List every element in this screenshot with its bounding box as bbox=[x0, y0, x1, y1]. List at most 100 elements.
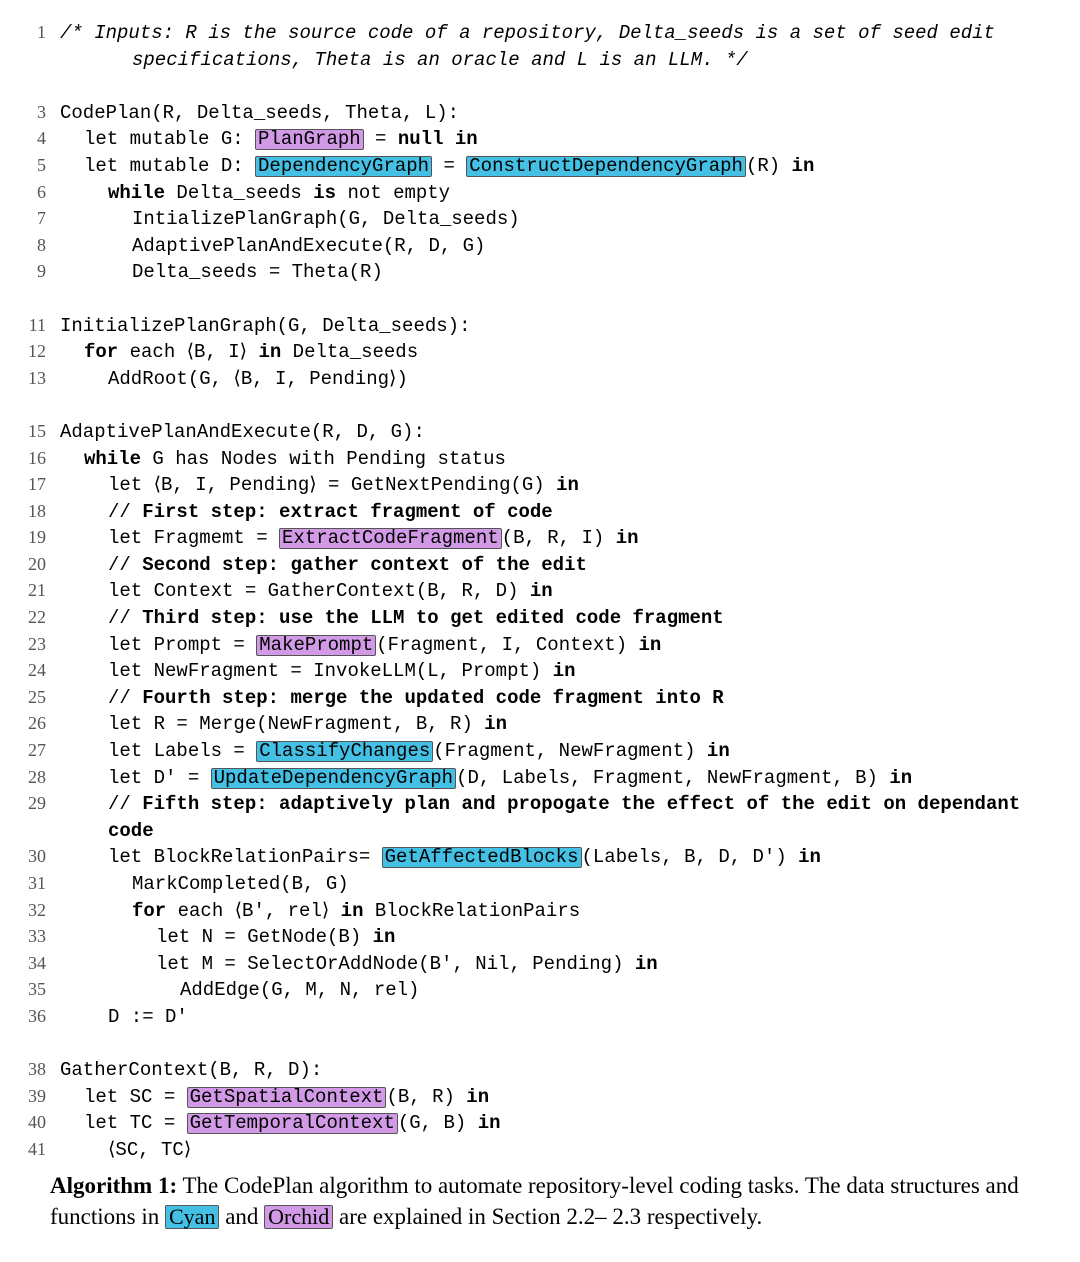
keyword: in bbox=[258, 341, 281, 363]
line-number: 29 bbox=[10, 791, 60, 844]
code-content: MarkCompleted(B, G) bbox=[60, 871, 1040, 898]
code-text: // bbox=[108, 501, 142, 523]
line-number: 16 bbox=[10, 446, 60, 473]
code-text: (B, R) bbox=[386, 1086, 466, 1108]
keyword: Third step: use the LLM to get edited co… bbox=[142, 607, 724, 629]
line-number: 20 bbox=[10, 552, 60, 579]
line-number: 11 bbox=[10, 313, 60, 340]
code-line: 40let TC = GetTemporalContext(G, B) in bbox=[10, 1110, 1040, 1137]
code-content: for each ⟨B', rel⟩ in BlockRelationPairs bbox=[60, 898, 1040, 925]
code-text: // bbox=[108, 687, 142, 709]
code-content: let R = Merge(NewFragment, B, R) in bbox=[60, 711, 1040, 738]
code-line: 24let NewFragment = InvokeLLM(L, Prompt)… bbox=[10, 658, 1040, 685]
orchid-highlight: GetSpatialContext bbox=[187, 1087, 387, 1108]
code-text: BlockRelationPairs bbox=[363, 900, 580, 922]
code-text: D := D' bbox=[108, 1006, 188, 1028]
code-content: AddRoot(G, ⟨B, I, Pending⟩) bbox=[60, 366, 1040, 393]
code-text: = bbox=[432, 155, 466, 177]
code-content: for each ⟨B, I⟩ in Delta_seeds bbox=[60, 339, 1040, 366]
orchid-highlight: GetTemporalContext bbox=[187, 1113, 398, 1134]
keyword: for bbox=[132, 900, 166, 922]
code-content: // Fifth step: adaptively plan and propo… bbox=[60, 791, 1040, 844]
code-text: let D' = bbox=[108, 767, 211, 789]
cyan-highlight: ClassifyChanges bbox=[256, 741, 433, 762]
keyword: in bbox=[466, 1086, 489, 1108]
code-text: let BlockRelationPairs= bbox=[108, 846, 382, 868]
keyword: in bbox=[484, 713, 507, 735]
code-content: let Labels = ClassifyChanges(Fragment, N… bbox=[60, 738, 1040, 765]
keyword: in bbox=[530, 580, 553, 602]
code-line: specifications, Theta is an oracle and L… bbox=[10, 47, 1040, 74]
code-text: (R) bbox=[746, 155, 792, 177]
code-content: let ⟨B, I, Pending⟩ = GetNextPending(G) … bbox=[60, 472, 1040, 499]
line-number: 19 bbox=[10, 525, 60, 552]
code-line: 20// Second step: gather context of the … bbox=[10, 552, 1040, 579]
code-text: AdaptivePlanAndExecute(R, D, G) bbox=[132, 235, 485, 257]
keyword: in bbox=[341, 900, 364, 922]
code-text: AddEdge(G, M, N, rel) bbox=[180, 979, 419, 1001]
line-number: 7 bbox=[10, 206, 60, 233]
line-number: 31 bbox=[10, 871, 60, 898]
keyword: in bbox=[889, 767, 912, 789]
line-number: 34 bbox=[10, 951, 60, 978]
keyword: in bbox=[707, 740, 730, 762]
caption-text-2: and bbox=[219, 1204, 264, 1229]
code-text: = bbox=[364, 128, 398, 150]
line-number: 4 bbox=[10, 126, 60, 153]
code-content: AdaptivePlanAndExecute(R, D, G): bbox=[60, 419, 1040, 446]
code-content: let Fragmemt = ExtractCodeFragment(B, R,… bbox=[60, 525, 1040, 552]
line-number: 15 bbox=[10, 419, 60, 446]
code-line: 36D := D' bbox=[10, 1004, 1040, 1031]
code-line: 4let mutable G: PlanGraph = null in bbox=[10, 126, 1040, 153]
code-text: // bbox=[108, 554, 142, 576]
code-text: let N = GetNode(B) bbox=[156, 926, 373, 948]
code-text: each ⟨B', rel⟩ bbox=[166, 900, 340, 922]
keyword: in bbox=[553, 660, 576, 682]
code-text: (Fragment, I, Context) bbox=[376, 634, 638, 656]
line-number: 17 bbox=[10, 472, 60, 499]
keyword: while bbox=[108, 182, 165, 204]
line-number: 12 bbox=[10, 339, 60, 366]
code-content bbox=[60, 392, 1040, 419]
code-line: 26let R = Merge(NewFragment, B, R) in bbox=[10, 711, 1040, 738]
line-number: 1 bbox=[10, 20, 60, 47]
code-content: // Fourth step: merge the updated code f… bbox=[60, 685, 1040, 712]
line-number: 38 bbox=[10, 1057, 60, 1084]
figure-caption: Algorithm 1: The CodePlan algorithm to a… bbox=[10, 1164, 1040, 1232]
code-line: 21let Context = GatherContext(B, R, D) i… bbox=[10, 578, 1040, 605]
code-content: let NewFragment = InvokeLLM(L, Prompt) i… bbox=[60, 658, 1040, 685]
code-text: GatherContext(B, R, D): bbox=[60, 1059, 322, 1081]
line-number: 6 bbox=[10, 180, 60, 207]
line-number: 30 bbox=[10, 844, 60, 871]
code-text: Delta_seeds bbox=[165, 182, 313, 204]
line-number: 3 bbox=[10, 100, 60, 127]
code-line: 34let M = SelectOrAddNode(B', Nil, Pendi… bbox=[10, 951, 1040, 978]
keyword: Fifth step: adaptively plan and propogat… bbox=[108, 793, 1032, 842]
code-line: 41⟨SC, TC⟩ bbox=[10, 1137, 1040, 1164]
code-text: each ⟨B, I⟩ bbox=[118, 341, 258, 363]
keyword: for bbox=[84, 341, 118, 363]
cyan-color-tag: Cyan bbox=[165, 1205, 219, 1229]
code-line: 32for each ⟨B', rel⟩ in BlockRelationPai… bbox=[10, 898, 1040, 925]
code-line: 3CodePlan(R, Delta_seeds, Theta, L): bbox=[10, 100, 1040, 127]
code-line: 38GatherContext(B, R, D): bbox=[10, 1057, 1040, 1084]
line-number: 32 bbox=[10, 898, 60, 925]
keyword: in bbox=[639, 634, 662, 656]
code-line: 29// Fifth step: adaptively plan and pro… bbox=[10, 791, 1040, 844]
code-content: let Context = GatherContext(B, R, D) in bbox=[60, 578, 1040, 605]
code-line: 5let mutable D: DependencyGraph = Constr… bbox=[10, 153, 1040, 180]
line-number: 25 bbox=[10, 685, 60, 712]
code-line: 19let Fragmemt = ExtractCodeFragment(B, … bbox=[10, 525, 1040, 552]
code-content: let TC = GetTemporalContext(G, B) in bbox=[60, 1110, 1040, 1137]
code-content: D := D' bbox=[60, 1004, 1040, 1031]
line-number: 26 bbox=[10, 711, 60, 738]
code-content: IntializePlanGraph(G, Delta_seeds) bbox=[60, 206, 1040, 233]
line-number: 22 bbox=[10, 605, 60, 632]
keyword: in bbox=[373, 926, 396, 948]
code-line bbox=[10, 392, 1040, 419]
code-text: ⟨SC, TC⟩ bbox=[108, 1139, 191, 1161]
line-number: 13 bbox=[10, 366, 60, 393]
keyword: in bbox=[556, 474, 579, 496]
code-line: 11InitializePlanGraph(G, Delta_seeds): bbox=[10, 313, 1040, 340]
code-text: (D, Labels, Fragment, NewFragment, B) bbox=[456, 767, 889, 789]
